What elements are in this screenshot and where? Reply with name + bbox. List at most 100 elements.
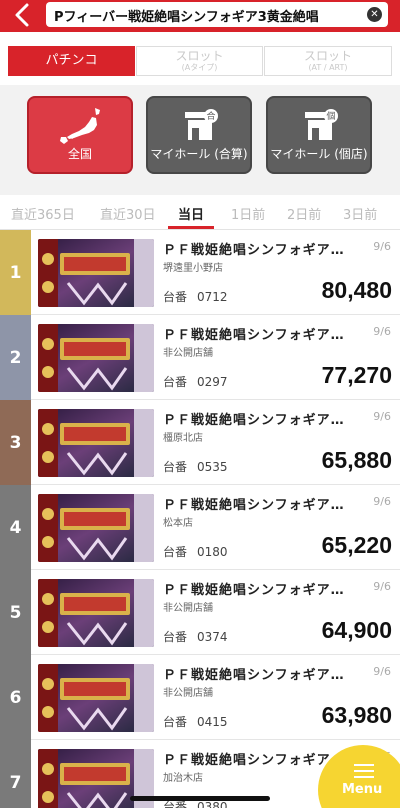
machine-number-value: 0535 [197, 460, 228, 474]
machine-number-label: 台番 [163, 800, 188, 808]
tab-sublabel: (Aタイプ) [181, 63, 218, 72]
machine-title: ＰＦ戦姫絶唱シンフォギア… [163, 243, 345, 258]
machine-number: 台番 0415 [163, 713, 228, 730]
clear-icon[interactable]: ✕ [367, 7, 382, 22]
tab-label: スロット [303, 49, 352, 63]
machine-number-label: 台番 [163, 460, 188, 474]
tab-pachinko[interactable]: パチンコ [8, 46, 135, 76]
ranking-row[interactable]: 5 ＰＦ戦姫絶唱シンフォギア… 9/6 非公開店舗 台番 0374 64,900 [0, 570, 400, 655]
machine-title: ＰＦ戦姫絶唱シンフォギア… [163, 583, 345, 598]
machine-thumbnail [38, 664, 154, 732]
area-button-myhall-combined[interactable]: 合 マイホール (合算) [146, 96, 252, 174]
machine-number-label: 台番 [163, 375, 188, 389]
record-date: 9/6 [373, 580, 391, 593]
store-name: 非公開店舗 [163, 603, 213, 614]
machine-title: ＰＦ戦姫絶唱シンフォギア… [163, 498, 345, 513]
payout-value: 65,220 [321, 532, 392, 558]
tab-label: スロット [175, 49, 224, 63]
tab-2-days-ago[interactable]: 2日前 [287, 204, 321, 223]
payout-value: 65,880 [321, 447, 392, 473]
svg-text:合: 合 [206, 110, 215, 122]
ranking-row[interactable]: 6 ＰＦ戦姫絶唱シンフォギア… 9/6 非公開店舗 台番 0415 63,980 [0, 655, 400, 740]
area-selector: 全国 合 マイホール (合算) 個 マイホール (個店) [0, 85, 400, 187]
payout-value: 80,480 [321, 277, 392, 303]
rank-badge: 5 [0, 570, 31, 655]
tab-1-day-ago[interactable]: 1日前 [231, 204, 265, 223]
rank-badge: 2 [0, 315, 31, 400]
area-button-label: マイホール (合算) [150, 147, 248, 161]
tab-sublabel: (AT / ART) [308, 63, 348, 72]
hall-individual-icon: 個 [268, 106, 370, 146]
machine-number-value: 0380 [197, 800, 228, 808]
machine-number: 台番 0712 [163, 288, 228, 305]
back-chevron-icon[interactable] [12, 2, 40, 30]
tab-slot-at[interactable]: スロット (AT / ART) [264, 46, 392, 76]
machine-thumbnail [38, 324, 154, 392]
machine-number: 台番 0374 [163, 628, 228, 645]
store-name: 橿原北店 [163, 433, 203, 444]
payout-value: 63,980 [321, 702, 392, 728]
machine-number-value: 0712 [197, 290, 228, 304]
tab-3-days-ago[interactable]: 3日前 [343, 204, 377, 223]
record-date: 9/6 [373, 495, 391, 508]
store-name: 堺遠里小野店 [163, 263, 223, 274]
machine-number-label: 台番 [163, 545, 188, 559]
home-indicator [130, 796, 270, 801]
menu-label: Menu [342, 782, 383, 797]
rank-badge: 3 [0, 400, 31, 485]
rank-badge: 1 [0, 230, 31, 315]
search-input[interactable]: Pフィーバー戦姫絶唱シンフォギア3黄金絶唱 ✕ [46, 2, 388, 27]
area-button-label: 全国 [67, 147, 92, 161]
machine-number-label: 台番 [163, 630, 188, 644]
store-name: 加治木店 [163, 773, 203, 784]
store-name: 松本店 [163, 518, 193, 529]
period-tabs: 直近365日 直近30日 当日 1日前 2日前 3日前 [0, 195, 400, 230]
store-name: 非公開店舗 [163, 688, 213, 699]
ranking-row[interactable]: 4 ＰＦ戦姫絶唱シンフォギア… 9/6 松本店 台番 0180 65,220 [0, 485, 400, 570]
payout-value: 64,900 [321, 617, 392, 643]
machine-number: 台番 0180 [163, 543, 228, 560]
machine-number-value: 0180 [197, 545, 228, 559]
ranking-list: 1 ＰＦ戦姫絶唱シンフォギア… 9/6 堺遠里小野店 台番 0712 80,48… [0, 230, 400, 808]
ranking-row[interactable]: 1 ＰＦ戦姫絶唱シンフォギア… 9/6 堺遠里小野店 台番 0712 80,48… [0, 230, 400, 315]
rank-badge: 7 [0, 740, 31, 808]
rank-badge: 6 [0, 655, 31, 740]
machine-thumbnail [38, 579, 154, 647]
tab-slot-a[interactable]: スロット (Aタイプ) [136, 46, 263, 76]
machine-number-label: 台番 [163, 290, 188, 304]
tab-last-365[interactable]: 直近365日 [11, 204, 75, 223]
machine-title: ＰＦ戦姫絶唱シンフォギア… [163, 328, 345, 343]
record-date: 9/6 [373, 410, 391, 423]
japan-map-icon [29, 106, 131, 146]
record-date: 9/6 [373, 665, 391, 678]
machine-number-value: 0374 [197, 630, 228, 644]
machine-number-value: 0297 [197, 375, 228, 389]
record-date: 9/6 [373, 240, 391, 253]
search-query: Pフィーバー戦姫絶唱シンフォギア3黄金絶唱 [54, 10, 319, 25]
category-tabs: パチンコ スロット (Aタイプ) スロット (AT / ART) [0, 32, 400, 85]
payout-value: 77,270 [321, 362, 392, 388]
ranking-row[interactable]: 2 ＰＦ戦姫絶唱シンフォギア… 9/6 非公開店舗 台番 0297 77,270 [0, 315, 400, 400]
tab-last-30[interactable]: 直近30日 [100, 204, 156, 223]
area-button-nationwide[interactable]: 全国 [27, 96, 133, 174]
machine-number: 台番 0535 [163, 458, 228, 475]
machine-thumbnail [38, 409, 154, 477]
tab-label: パチンコ [45, 53, 98, 68]
machine-number-value: 0415 [197, 715, 228, 729]
active-tab-indicator [168, 226, 214, 229]
top-bar: Pフィーバー戦姫絶唱シンフォギア3黄金絶唱 ✕ [0, 0, 400, 32]
tab-today[interactable]: 当日 [178, 204, 204, 223]
ranking-row[interactable]: 3 ＰＦ戦姫絶唱シンフォギア… 9/6 橿原北店 台番 0535 65,880 [0, 400, 400, 485]
store-name: 非公開店舗 [163, 348, 213, 359]
machine-thumbnail [38, 239, 154, 307]
machine-title: ＰＦ戦姫絶唱シンフォギア… [163, 413, 345, 428]
machine-number: 台番 0297 [163, 373, 228, 390]
hamburger-icon [354, 764, 374, 782]
rank-badge: 4 [0, 485, 31, 570]
machine-thumbnail [38, 494, 154, 562]
machine-title: ＰＦ戦姫絶唱シンフォギア… [163, 668, 345, 683]
area-button-myhall-individual[interactable]: 個 マイホール (個店) [266, 96, 372, 174]
hall-combined-icon: 合 [148, 106, 250, 146]
record-date: 9/6 [373, 325, 391, 338]
machine-title: ＰＦ戦姫絶唱シンフォギア… [163, 753, 345, 768]
